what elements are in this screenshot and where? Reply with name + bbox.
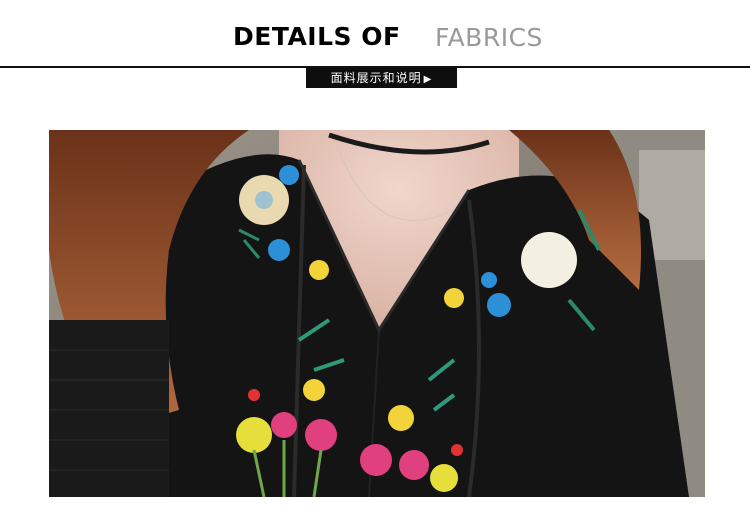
product-detail-photo xyxy=(49,130,705,497)
page-header: DETAILS OF FABRICS 面料展示和说明 ▶ xyxy=(0,0,750,88)
subtitle-label: 面料展示和说明 xyxy=(330,71,422,85)
section-title-light: FABRICS xyxy=(435,23,543,52)
play-arrow-icon: ▶ xyxy=(423,74,433,85)
section-title-bold: DETAILS OF xyxy=(233,22,401,51)
embroidered-blouse-illustration xyxy=(49,130,705,497)
section-subtitle-tag: 面料展示和说明 ▶ xyxy=(306,68,457,88)
